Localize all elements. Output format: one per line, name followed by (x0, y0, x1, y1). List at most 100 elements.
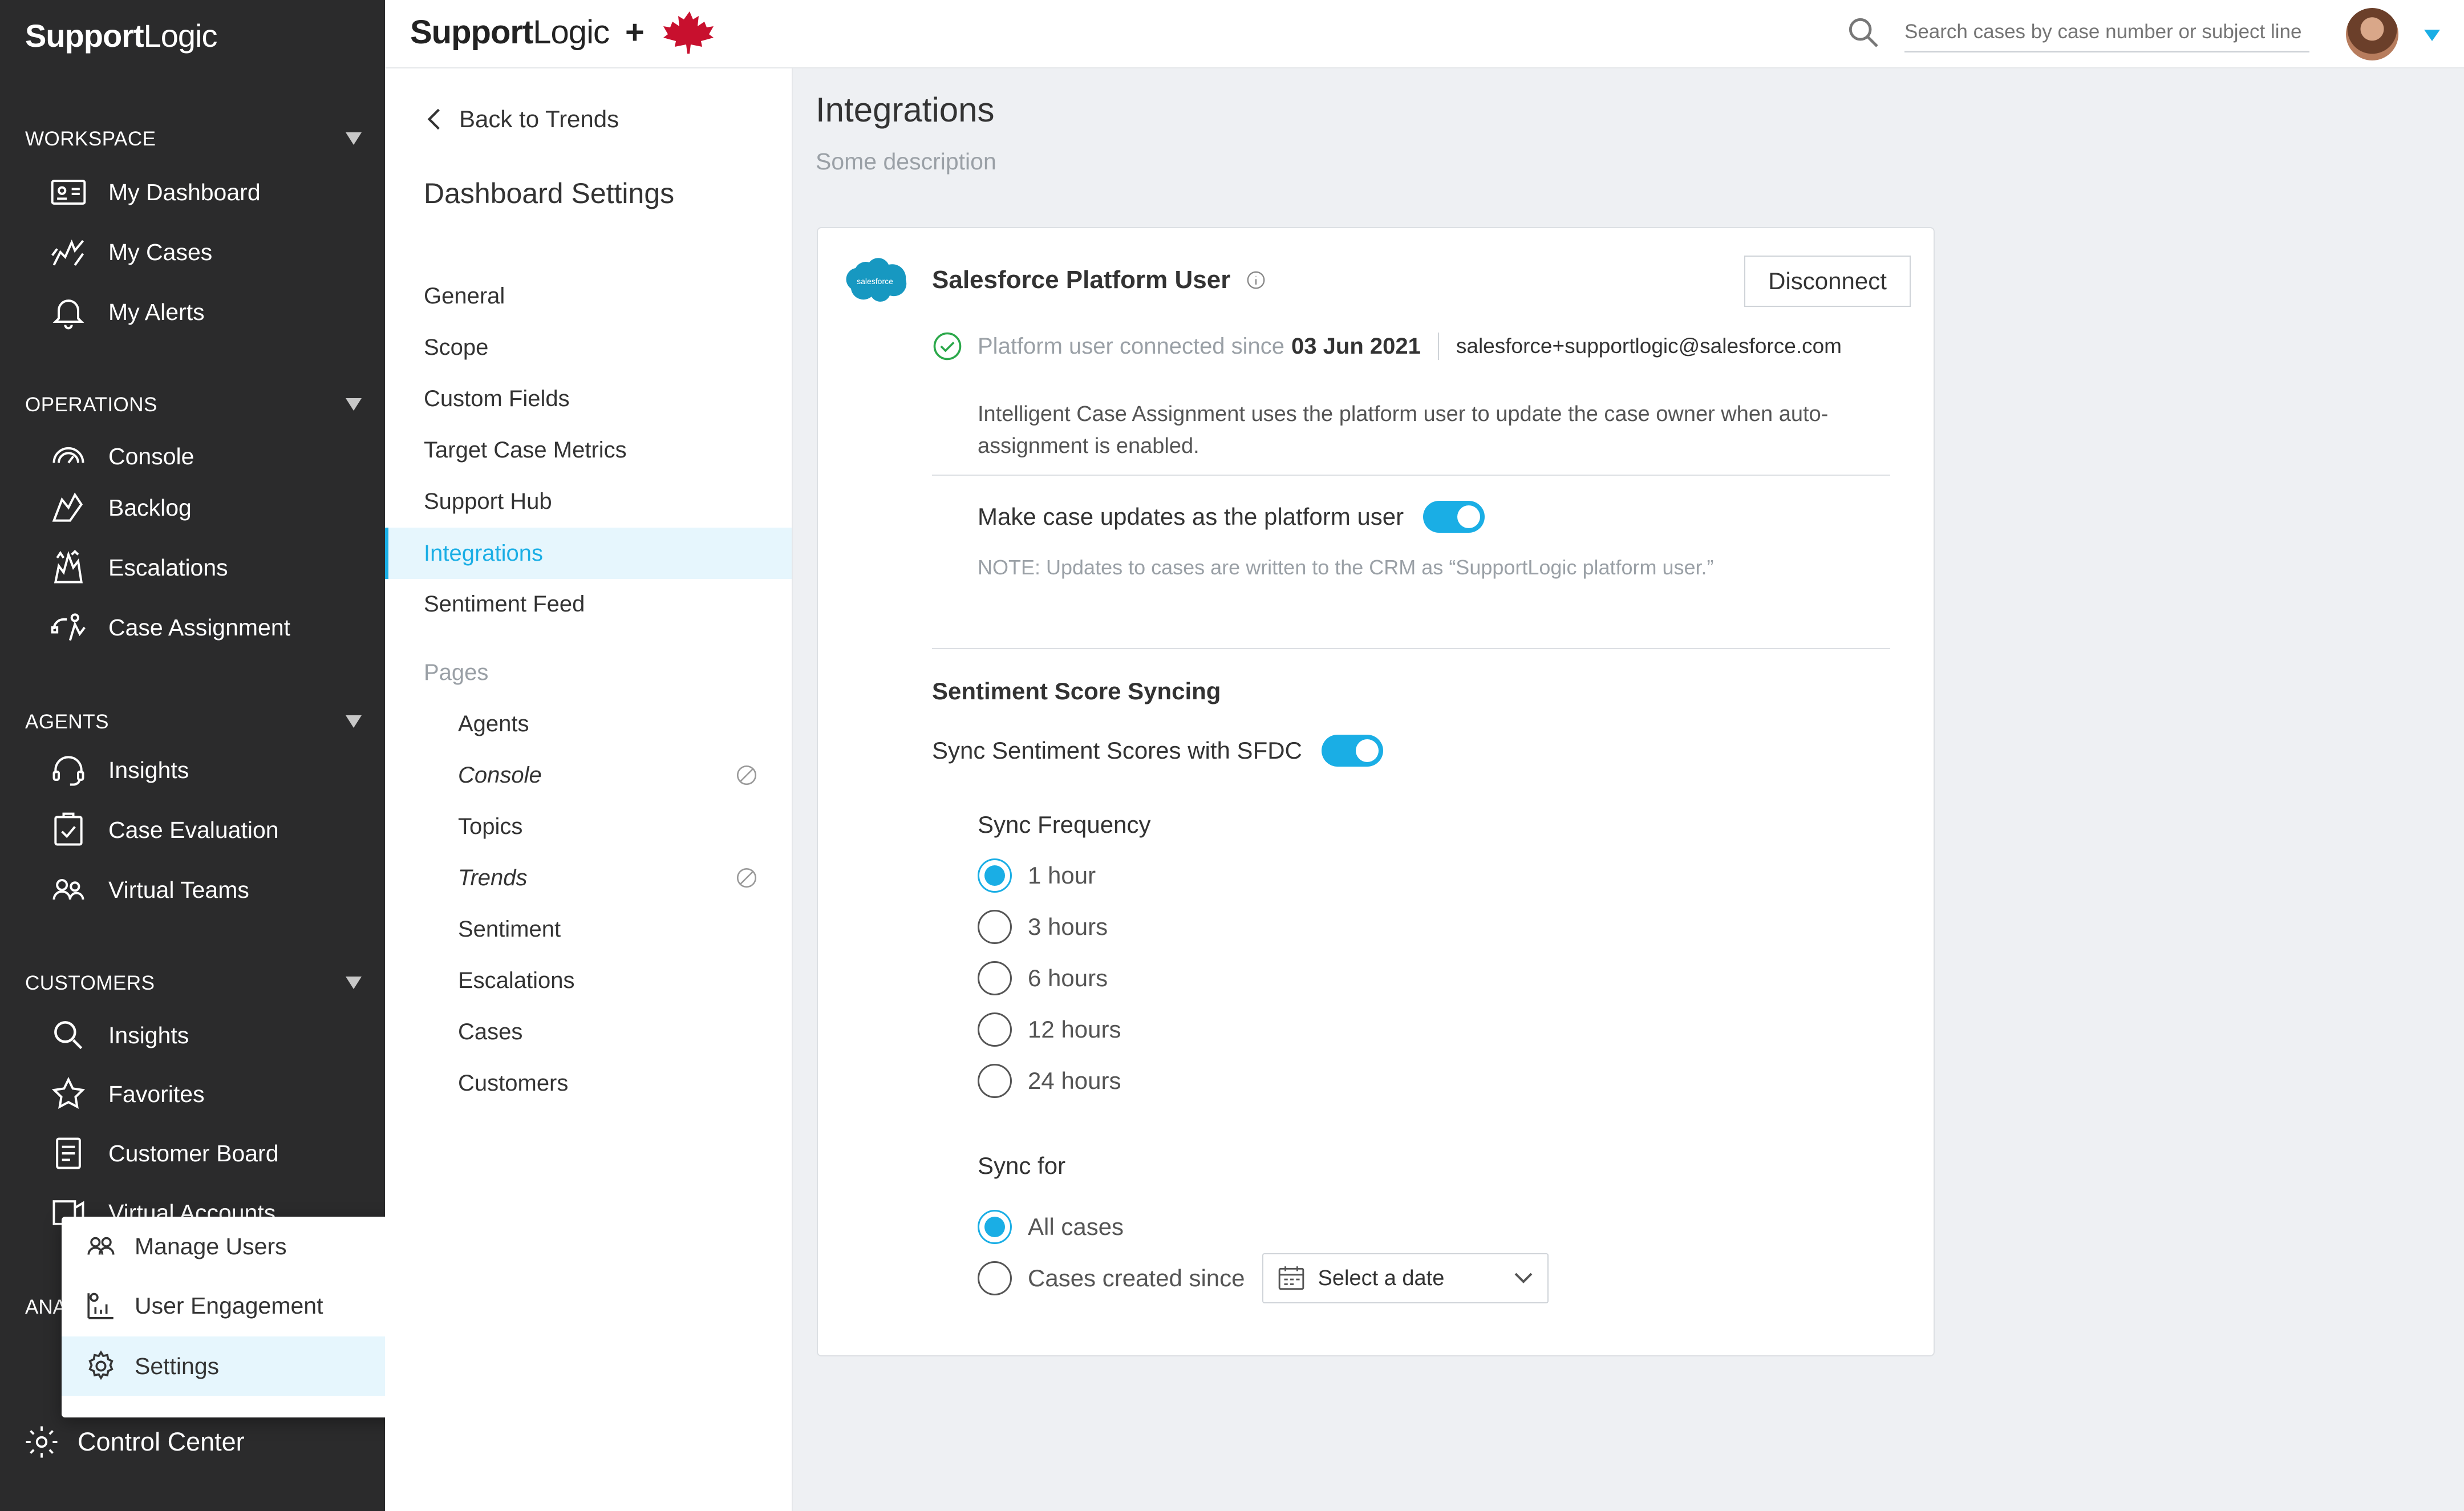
sidebar-item-virtual-teams[interactable]: Virtual Teams (46, 867, 365, 913)
section-analytics-partial[interactable]: ANA (25, 1296, 66, 1319)
section-workspace[interactable]: WORKSPACE (25, 128, 362, 151)
search-icon[interactable] (1845, 14, 1882, 51)
collapse-caret-icon[interactable] (346, 977, 362, 989)
radio-button[interactable] (978, 961, 1012, 995)
frequency-option-3-hours[interactable]: 3 hours (978, 907, 1108, 947)
settings-item-custom-fields[interactable]: Custom Fields (385, 373, 792, 424)
sync-sentiment-toggle-row: Sync Sentiment Scores with SFDC (932, 735, 1383, 767)
case-assignment-icon (46, 605, 91, 650)
page-item-escalations[interactable]: Escalations (385, 955, 792, 1006)
search-input[interactable] (1904, 13, 2309, 52)
dashboard-card-icon (46, 169, 91, 215)
gear-icon (88, 1350, 114, 1380)
sidebar-item-backlog[interactable]: Backlog (46, 485, 365, 530)
sidebar-item-case-evaluation[interactable]: Case Evaluation (46, 807, 365, 853)
salesforce-logo: salesforce (846, 258, 907, 302)
sync-for-all-cases[interactable]: All cases (978, 1207, 1124, 1247)
disconnect-button[interactable]: Disconnect (1744, 256, 1911, 307)
sidebar-item-my-alerts[interactable]: My Alerts (46, 289, 365, 335)
sync-frequency-label: Sync Frequency (978, 811, 1151, 838)
connected-date: 03 Jun 2021 (1291, 333, 1421, 359)
users-icon (87, 1237, 115, 1255)
headset-icon (46, 747, 91, 793)
card-title: Salesforce Platform User (932, 266, 1267, 294)
chevron-down-icon (1514, 1273, 1532, 1283)
menu-item-settings[interactable]: Settings (62, 1336, 404, 1396)
disabled-icon (736, 765, 757, 785)
frequency-option-6-hours[interactable]: 6 hours (978, 958, 1108, 998)
collapse-caret-icon[interactable] (346, 715, 362, 728)
disabled-icon (736, 868, 757, 888)
radio-button[interactable] (978, 1012, 1012, 1047)
section-customers[interactable]: CUSTOMERS (25, 972, 362, 995)
page-title: Integrations (816, 91, 995, 129)
main-content: Integrations Some description salesforce… (793, 68, 2464, 1511)
section-agents[interactable]: AGENTS (25, 711, 362, 734)
settings-item-general[interactable]: General (385, 270, 792, 322)
page-item-console[interactable]: Console (385, 750, 792, 801)
gear-icon (26, 1426, 58, 1458)
info-icon[interactable] (1245, 269, 1267, 291)
collapse-caret-icon[interactable] (346, 132, 362, 145)
engagement-chart-icon (87, 1293, 114, 1319)
sidebar-item-agent-insights[interactable]: Insights (46, 747, 365, 793)
frequency-option-12-hours[interactable]: 12 hours (978, 1010, 1121, 1050)
sidebar-item-my-cases[interactable]: My Cases (46, 229, 365, 275)
menu-item-user-engagement[interactable]: User Engagement (62, 1276, 404, 1335)
avatar[interactable] (2346, 8, 2398, 60)
sidebar-item-escalations[interactable]: Escalations (46, 545, 365, 590)
calendar-icon (1278, 1266, 1304, 1290)
section-operations[interactable]: OPERATIONS (25, 394, 362, 416)
settings-item-scope[interactable]: Scope (385, 322, 792, 373)
radio-button[interactable] (978, 858, 1012, 893)
sidebar-item-my-dashboard[interactable]: My Dashboard (46, 169, 365, 215)
chevron-down-icon[interactable] (2424, 30, 2440, 41)
radio-button[interactable] (978, 1261, 1012, 1295)
cases-spark-icon (46, 229, 91, 275)
settings-title: Dashboard Settings (424, 177, 675, 209)
page-item-topics[interactable]: Topics (385, 801, 792, 852)
salesforce-integration-card: salesforce Salesforce Platform User Disc… (817, 227, 1935, 1356)
radio-button[interactable] (978, 1064, 1012, 1098)
back-link[interactable]: Back to Trends (424, 106, 619, 133)
collapse-caret-icon[interactable] (346, 398, 362, 411)
divider (932, 475, 1890, 476)
platform-user-email: salesforce+supportlogic@salesforce.com (1456, 334, 1842, 358)
radio-button[interactable] (978, 910, 1012, 944)
check-circle-icon (933, 332, 962, 360)
settings-item-target-case-metrics[interactable]: Target Case Metrics (385, 424, 792, 476)
gauge-icon (46, 434, 91, 479)
sidebar-item-customer-board[interactable]: Customer Board (46, 1131, 365, 1176)
sidebar-logo[interactable]: SupportLogic (25, 17, 217, 54)
brand-logo[interactable]: Support Logic + (410, 9, 718, 55)
sidebar-item-console[interactable]: Console (46, 434, 365, 479)
search-icon (46, 1012, 91, 1058)
radio-button[interactable] (978, 1210, 1012, 1244)
menu-item-manage-users[interactable]: Manage Users (62, 1217, 404, 1276)
frequency-option-24-hours[interactable]: 24 hours (978, 1061, 1121, 1101)
bell-icon (46, 289, 91, 335)
page-item-sentiment[interactable]: Sentiment (385, 904, 792, 955)
sidebar-item-case-assignment[interactable]: Case Assignment (46, 605, 365, 650)
settings-item-sentiment-feed[interactable]: Sentiment Feed (385, 578, 792, 630)
page-item-agents[interactable]: Agents (385, 698, 792, 750)
page-item-cases[interactable]: Cases (385, 1006, 792, 1058)
divider (932, 648, 1890, 649)
sync-for-cases-created-since[interactable]: Cases created since Select a date (978, 1253, 1549, 1303)
sentiment-syncing-title: Sentiment Score Syncing (932, 678, 1221, 704)
control-center-popup-menu: Manage Users User Engagement Settings (62, 1217, 404, 1417)
sync-sentiment-toggle[interactable] (1321, 735, 1383, 767)
sidebar-item-favorites[interactable]: Favorites (46, 1071, 365, 1117)
page-item-trends[interactable]: Trends (385, 852, 792, 904)
backlog-icon (46, 485, 91, 530)
date-picker-select[interactable]: Select a date (1262, 1253, 1549, 1303)
sidebar-item-customer-insights[interactable]: Insights (46, 1012, 365, 1058)
control-center-button[interactable]: Control Center (23, 1419, 245, 1465)
page-item-customers[interactable]: Customers (385, 1058, 792, 1109)
team-icon (46, 867, 91, 913)
settings-item-integrations[interactable]: Integrations (385, 528, 792, 579)
frequency-option-1-hour[interactable]: 1 hour (978, 856, 1096, 896)
settings-item-support-hub[interactable]: Support Hub (385, 476, 792, 527)
platform-user-toggle[interactable] (1423, 501, 1485, 533)
platform-user-toggle-row: Make case updates as the platform user (978, 501, 1485, 533)
